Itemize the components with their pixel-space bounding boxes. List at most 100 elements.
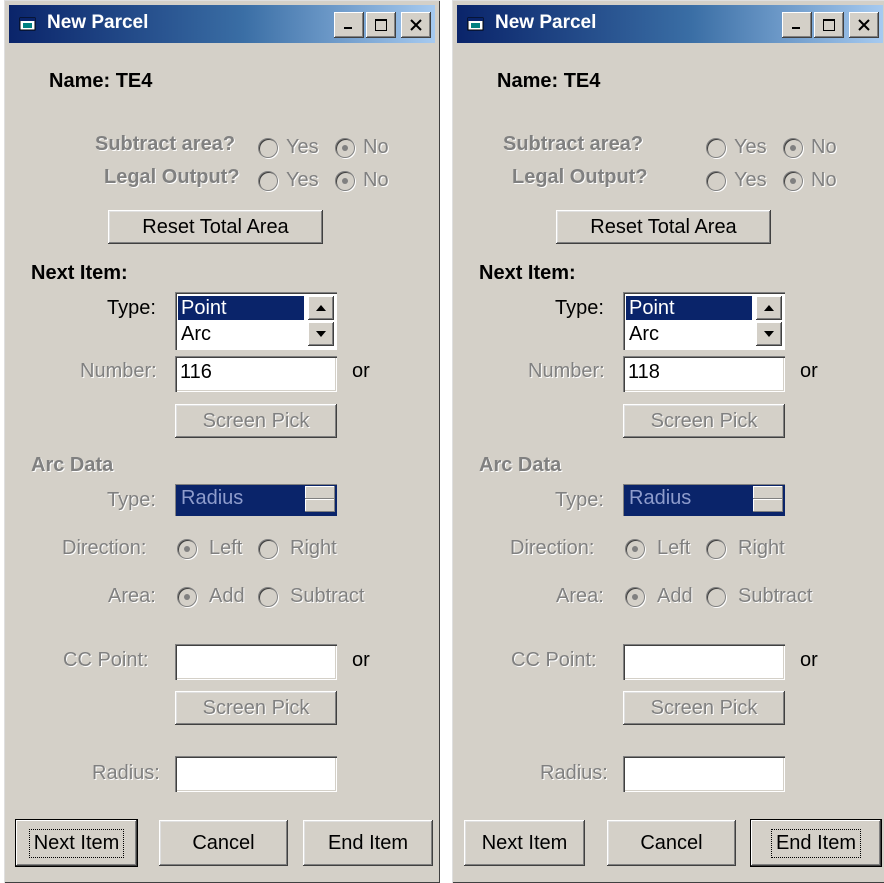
next-item-button[interactable]: Next Item (464, 820, 585, 866)
scroll-up-button[interactable] (756, 296, 782, 320)
arc-data-heading: Arc Data (479, 454, 562, 476)
spin-up-icon[interactable] (753, 486, 783, 499)
arc-type-spinner[interactable] (753, 486, 783, 512)
type-option-point[interactable]: Point (626, 296, 752, 320)
cc-screen-pick-button[interactable]: Screen Pick (175, 691, 337, 725)
type-option-point[interactable]: Point (178, 296, 304, 320)
new-parcel-window-right: New Parcel Name: TE4 Subtract area? Yes … (452, 0, 884, 883)
minimize-icon (792, 27, 800, 29)
area-add-label: Add (209, 585, 245, 607)
minimize-icon (344, 27, 352, 29)
end-item-button[interactable]: End Item (751, 820, 881, 866)
reset-total-area-button[interactable]: Reset Total Area (108, 210, 323, 244)
maximize-button[interactable] (814, 12, 844, 38)
subtract-area-no-radio[interactable] (783, 138, 803, 158)
minimize-button[interactable] (334, 12, 364, 38)
close-icon (410, 19, 422, 31)
type-option-arc[interactable]: Arc (178, 322, 304, 346)
area-subtract-label: Subtract (738, 585, 813, 607)
scroll-up-button[interactable] (308, 296, 334, 320)
subtract-area-no-radio[interactable] (335, 138, 355, 158)
number-label: Number: (528, 360, 605, 382)
reset-total-area-button[interactable]: Reset Total Area (556, 210, 771, 244)
close-button[interactable] (849, 12, 879, 38)
radius-input[interactable] (175, 756, 337, 792)
type-listbox[interactable]: Point Arc (623, 292, 785, 350)
cc-point-input[interactable] (175, 644, 337, 680)
direction-label: Direction: (510, 537, 595, 559)
arc-type-combo[interactable]: Radius (623, 484, 785, 516)
title-bar[interactable]: New Parcel (9, 5, 435, 43)
next-item-button[interactable]: Next Item (16, 820, 137, 866)
title-bar[interactable]: New Parcel (457, 5, 883, 43)
direction-left-radio[interactable] (177, 539, 197, 559)
subtract-area-yes-radio[interactable] (706, 138, 726, 158)
next-item-heading: Next Item: (31, 262, 128, 284)
cc-point-label: CC Point: (511, 649, 597, 671)
legal-output-yes-label: Yes (286, 169, 319, 191)
maximize-button[interactable] (366, 12, 396, 38)
arc-type-label: Type: (107, 489, 156, 511)
direction-label: Direction: (62, 537, 147, 559)
radius-input[interactable] (623, 756, 785, 792)
area-add-radio[interactable] (177, 587, 197, 607)
direction-right-radio[interactable] (706, 539, 726, 559)
area-add-radio[interactable] (625, 587, 645, 607)
cc-point-label: CC Point: (63, 649, 149, 671)
number-input[interactable]: 118 (623, 356, 785, 392)
subtract-area-no-label: No (811, 136, 837, 158)
radius-label: Radius: (92, 762, 160, 784)
area-subtract-radio[interactable] (258, 587, 278, 607)
close-button[interactable] (401, 12, 431, 38)
app-icon (467, 17, 484, 31)
scroll-down-button[interactable] (308, 322, 334, 346)
arrow-down-icon (764, 331, 774, 337)
legal-output-label: Legal Output? (512, 166, 648, 188)
area-add-label: Add (657, 585, 693, 607)
cancel-button[interactable]: Cancel (159, 820, 288, 866)
direction-right-label: Right (290, 537, 337, 559)
arc-type-spinner[interactable] (305, 486, 335, 512)
subtract-area-no-label: No (363, 136, 389, 158)
spin-up-icon[interactable] (305, 486, 335, 499)
spin-down-icon[interactable] (305, 499, 335, 512)
window-title: New Parcel (47, 12, 149, 33)
legal-output-yes-radio[interactable] (706, 171, 726, 191)
arc-type-value: Radius (181, 487, 244, 509)
direction-left-radio[interactable] (625, 539, 645, 559)
direction-left-label: Left (209, 537, 243, 559)
legal-output-yes-label: Yes (734, 169, 767, 191)
cancel-button[interactable]: Cancel (607, 820, 736, 866)
legal-output-no-radio[interactable] (783, 171, 803, 191)
type-option-arc[interactable]: Arc (626, 322, 752, 346)
minimize-button[interactable] (782, 12, 812, 38)
type-listbox[interactable]: Point Arc (175, 292, 337, 350)
screen-pick-button[interactable]: Screen Pick (623, 404, 785, 438)
new-parcel-window-left: New Parcel Name: TE4 Subtract area? Yes … (4, 0, 440, 883)
legal-output-yes-radio[interactable] (258, 171, 278, 191)
subtract-area-yes-radio[interactable] (258, 138, 278, 158)
legal-output-no-label: No (363, 169, 389, 191)
arrow-up-icon (764, 305, 774, 311)
cc-or-text: or (800, 649, 818, 671)
spin-down-icon[interactable] (753, 499, 783, 512)
area-label: Area: (108, 585, 156, 607)
close-icon (858, 19, 870, 31)
subtract-area-label: Subtract area? (95, 133, 236, 155)
end-item-button[interactable]: End Item (303, 820, 433, 866)
cc-point-input[interactable] (623, 644, 785, 680)
number-input[interactable]: 116 (175, 356, 337, 392)
direction-right-label: Right (738, 537, 785, 559)
direction-right-radio[interactable] (258, 539, 278, 559)
or-text: or (800, 360, 818, 382)
legal-output-no-radio[interactable] (335, 171, 355, 191)
screen-pick-button[interactable]: Screen Pick (175, 404, 337, 438)
number-label: Number: (80, 360, 157, 382)
arc-type-combo[interactable]: Radius (175, 484, 337, 516)
cc-screen-pick-button[interactable]: Screen Pick (623, 691, 785, 725)
parcel-name-label: Name: TE4 (49, 70, 153, 92)
radius-label: Radius: (540, 762, 608, 784)
area-subtract-radio[interactable] (706, 587, 726, 607)
scroll-down-button[interactable] (756, 322, 782, 346)
maximize-icon (375, 19, 387, 31)
